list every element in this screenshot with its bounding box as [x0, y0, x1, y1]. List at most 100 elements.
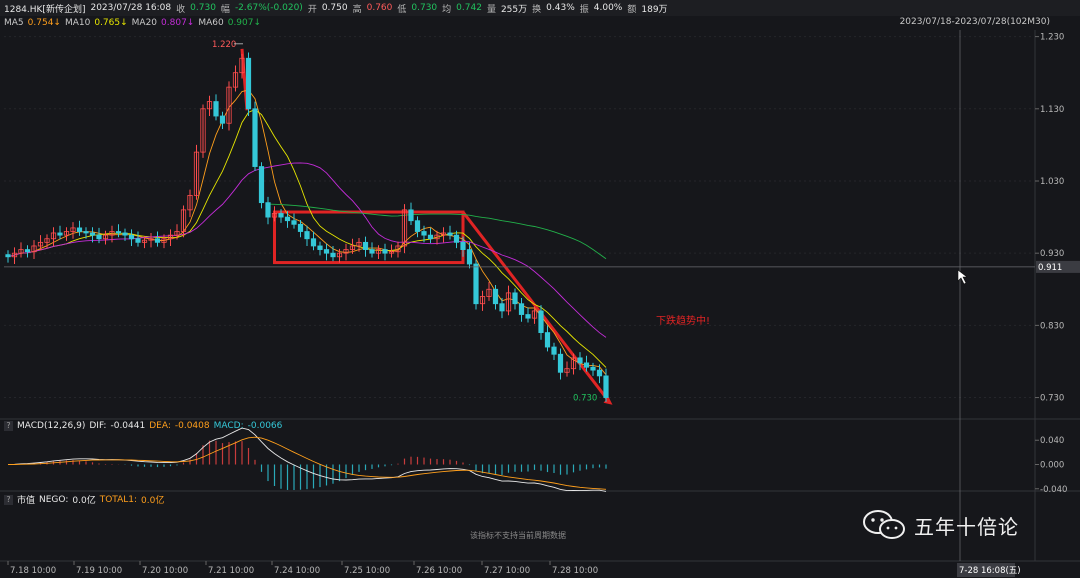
candle-body [323, 249, 330, 254]
macd-tick-label: 0.000 [1040, 461, 1064, 471]
candle-body [317, 245, 323, 250]
macd-pane [7, 427, 607, 492]
candle-body [414, 220, 421, 232]
candle-body [544, 332, 551, 348]
candle-body [245, 57, 252, 110]
nego-label: NEGO: [39, 494, 69, 505]
candle-body [115, 231, 122, 234]
x-tick-label: 7.24 10:00 [274, 566, 320, 576]
watermark-text: 五年十倍论 [914, 514, 1019, 539]
high-annotation: 1.220 [212, 40, 236, 50]
cap-header: ? 市值 NEGO: 0.0亿 TOTAL1: 0.0亿 [4, 493, 168, 506]
price-tick-label: 0.930 [1040, 249, 1064, 259]
candle-body [382, 249, 388, 254]
watermark: 五年十倍论 [862, 510, 1019, 540]
candle-body [518, 303, 525, 315]
candle-body [252, 108, 258, 167]
chart-grid [0, 30, 1080, 562]
cap-help-button[interactable]: ? [4, 494, 13, 505]
annotation-layer [240, 48, 613, 405]
macd-tick-label: -0.040 [1040, 485, 1067, 495]
candle-body [427, 234, 434, 240]
total-value: 0.0亿 [141, 496, 165, 506]
candle-body [122, 232, 128, 236]
x-tick-label: 7.25 10:00 [344, 566, 390, 576]
candle-body [466, 249, 473, 265]
candle-body [557, 353, 564, 373]
trend-annotation: 下跌趋势中! [656, 314, 710, 327]
candle-body [369, 249, 375, 254]
candle-body [512, 292, 518, 305]
candle-body [577, 357, 583, 364]
candle-body [408, 209, 414, 222]
candle-body [362, 241, 369, 250]
macd-value: -0.0066 [247, 421, 283, 431]
candle-body [525, 314, 531, 319]
candle-body [219, 115, 226, 124]
candle-body [297, 223, 304, 232]
candle-body [304, 231, 310, 240]
candle-body [421, 231, 427, 236]
dea-label: DEA: [149, 421, 171, 431]
candle-body [460, 241, 466, 250]
candle-body [213, 101, 219, 117]
candle-body [278, 213, 284, 218]
crosshair-price-label: 0.911 [1038, 263, 1062, 273]
candle-body [135, 238, 141, 243]
candle-body [603, 375, 609, 398]
price-tick-label: 1.230 [1040, 33, 1064, 43]
wechat-icon [863, 510, 905, 539]
x-tick-label: 7.27 10:00 [484, 566, 530, 576]
macd-name: MACD(12,26,9) [17, 421, 86, 431]
cursor-icon [957, 269, 968, 285]
candle-body [447, 232, 453, 236]
candle-body [583, 362, 590, 368]
price-tick-label: 0.730 [1040, 394, 1064, 404]
candle-body [284, 216, 291, 222]
candle-body [76, 227, 83, 232]
x-tick-label: 7.26 10:00 [416, 566, 462, 576]
macd-tick-label: 0.040 [1040, 436, 1064, 446]
ma20-line [7, 162, 607, 338]
crosshair-time-label: 7-28 16:08(五) [959, 566, 1021, 576]
candle-body [590, 366, 596, 371]
total-label: TOTAL1: [99, 494, 138, 505]
candle-body [453, 234, 460, 243]
no-data-message: 该指标不支持当前周期数据 [470, 531, 566, 540]
x-tick-label: 7.20 10:00 [142, 566, 188, 576]
nego-value: 0.0亿 [72, 496, 96, 506]
candle-body [492, 288, 499, 305]
macd-help-button[interactable]: ? [4, 421, 13, 431]
candle-body [499, 303, 505, 312]
price-tick-label: 1.030 [1040, 177, 1064, 187]
candle-body [310, 238, 317, 247]
macd-header: ? MACD(12,26,9) DIF: -0.0441 DEA: -0.0408 … [4, 421, 286, 431]
candle-body [596, 369, 603, 377]
candle-body [291, 220, 297, 225]
candle-body [551, 346, 557, 355]
stock-chart[interactable]: 1.230 1.130 1.030 0.930 0.830 0.730 0.040 0.000… [0, 0, 1080, 578]
candles [5, 52, 609, 402]
cap-name: 市值 [17, 496, 36, 506]
low-annotation: 0.730 [573, 394, 597, 404]
candle-body [265, 202, 271, 218]
candle-body [473, 263, 479, 305]
candle-body [154, 238, 161, 243]
dif-value: -0.0441 [110, 421, 146, 431]
candle-body [538, 310, 544, 333]
dif-label: DIF: [89, 421, 107, 431]
price-tick-label: 0.830 [1040, 321, 1064, 331]
candle-body [5, 254, 11, 258]
candle-body [57, 232, 63, 236]
macd-label: MACD: [213, 421, 244, 431]
x-tick-label: 7.18 10:00 [10, 566, 56, 576]
downtrend-line [461, 211, 610, 402]
candle-body [89, 232, 96, 236]
candle-body [24, 249, 31, 253]
price-tick-label: 1.130 [1040, 105, 1064, 115]
x-tick-label: 7.19 10:00 [76, 566, 122, 576]
candle-body [330, 252, 336, 258]
candle-body [96, 234, 102, 240]
x-tick-label: 7.21 10:00 [208, 566, 254, 576]
candle-body [128, 234, 135, 240]
